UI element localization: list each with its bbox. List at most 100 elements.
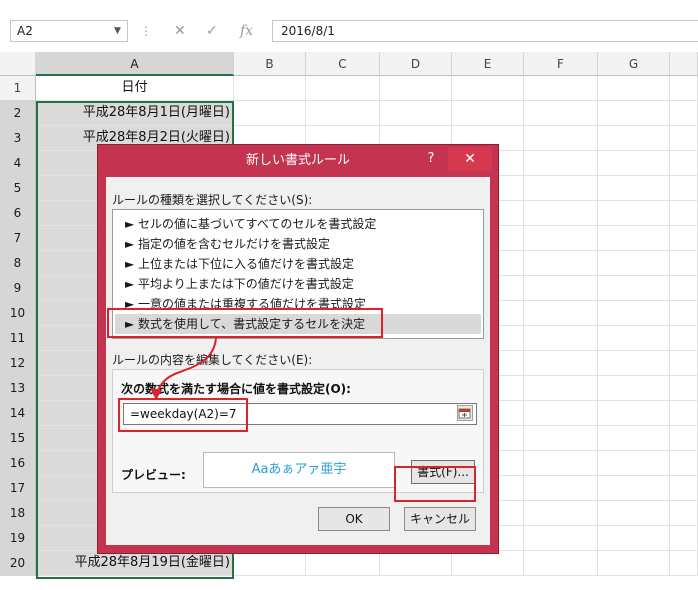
empty-cell[interactable] (524, 476, 598, 501)
empty-cell[interactable] (670, 326, 698, 351)
row-header[interactable]: 8 (0, 251, 36, 276)
empty-cell[interactable] (234, 76, 306, 101)
name-box[interactable]: A2 (10, 20, 128, 42)
empty-cell[interactable] (670, 476, 698, 501)
rule-type-item[interactable]: ► セルの値に基づいてすべてのセルを書式設定 (115, 214, 481, 234)
empty-cell[interactable] (670, 376, 698, 401)
row-header[interactable]: 14 (0, 401, 36, 426)
empty-cell[interactable] (524, 451, 598, 476)
empty-cell[interactable] (670, 526, 698, 551)
empty-cell[interactable] (306, 101, 380, 126)
row-header[interactable]: 18 (0, 501, 36, 526)
help-icon[interactable]: ? (420, 147, 442, 171)
format-button[interactable]: 書式(F)... (411, 460, 475, 484)
date-cell[interactable]: 平成28年8月1日(月曜日) (36, 101, 234, 126)
empty-cell[interactable] (524, 501, 598, 526)
rule-type-item[interactable]: ► 上位または下位に入る値だけを書式設定 (115, 254, 481, 274)
empty-cell[interactable] (452, 101, 524, 126)
empty-cell[interactable] (380, 101, 452, 126)
date-cell[interactable]: 平成28年8月19日(金曜日) (36, 551, 234, 576)
empty-cell[interactable] (524, 426, 598, 451)
date-header-cell[interactable]: 日付 (36, 76, 234, 101)
empty-cell[interactable] (670, 276, 698, 301)
rule-type-item[interactable]: ► 平均より上または下の値だけを書式設定 (115, 274, 481, 294)
empty-cell[interactable] (670, 226, 698, 251)
column-header-a[interactable]: A (36, 52, 234, 76)
row-header[interactable]: 5 (0, 176, 36, 201)
empty-cell[interactable] (306, 551, 380, 576)
formula-field[interactable]: =weekday(A2)=7 (123, 403, 477, 425)
empty-cell[interactable] (670, 151, 698, 176)
empty-cell[interactable] (598, 451, 670, 476)
empty-cell[interactable] (670, 176, 698, 201)
column-header-f[interactable]: F (524, 52, 598, 76)
empty-cell[interactable] (598, 201, 670, 226)
empty-cell[interactable] (598, 301, 670, 326)
empty-cell[interactable] (598, 151, 670, 176)
empty-cell[interactable] (524, 251, 598, 276)
empty-cell[interactable] (524, 326, 598, 351)
empty-cell[interactable] (524, 351, 598, 376)
empty-cell[interactable] (598, 76, 670, 101)
column-header-e[interactable]: E (452, 52, 524, 76)
row-header[interactable]: 1 (0, 76, 36, 101)
empty-cell[interactable] (524, 151, 598, 176)
column-header-g[interactable]: G (598, 52, 670, 76)
empty-cell[interactable] (306, 76, 380, 101)
empty-cell[interactable] (524, 101, 598, 126)
row-header[interactable]: 16 (0, 451, 36, 476)
empty-cell[interactable] (524, 526, 598, 551)
empty-cell[interactable] (598, 501, 670, 526)
empty-cell[interactable] (524, 551, 598, 576)
empty-cell[interactable] (524, 301, 598, 326)
empty-cell[interactable] (670, 426, 698, 451)
empty-cell[interactable] (524, 126, 598, 151)
empty-cell[interactable] (670, 451, 698, 476)
row-header[interactable]: 12 (0, 351, 36, 376)
empty-cell[interactable] (524, 201, 598, 226)
empty-cell[interactable] (524, 376, 598, 401)
empty-cell[interactable] (670, 126, 698, 151)
empty-cell[interactable] (670, 251, 698, 276)
column-header-d[interactable]: D (380, 52, 452, 76)
empty-cell[interactable] (234, 101, 306, 126)
check-icon[interactable]: ✓ (206, 20, 218, 42)
ok-button[interactable]: OK (318, 507, 390, 531)
empty-cell[interactable] (670, 501, 698, 526)
row-header[interactable]: 20 (0, 551, 36, 576)
select-all-corner[interactable] (0, 52, 36, 76)
empty-cell[interactable] (524, 176, 598, 201)
empty-cell[interactable] (524, 401, 598, 426)
empty-cell[interactable] (670, 351, 698, 376)
row-header[interactable]: 19 (0, 526, 36, 551)
cancel-button[interactable]: キャンセル (404, 507, 476, 531)
empty-cell[interactable] (598, 526, 670, 551)
close-button[interactable]: ✕ (448, 147, 492, 171)
empty-cell[interactable] (670, 551, 698, 576)
row-header[interactable]: 3 (0, 126, 36, 151)
row-header[interactable]: 11 (0, 326, 36, 351)
rule-type-item[interactable]: ► 数式を使用して、書式設定するセルを決定 (115, 314, 481, 334)
empty-cell[interactable] (670, 76, 698, 101)
row-header[interactable]: 13 (0, 376, 36, 401)
row-header[interactable]: 15 (0, 426, 36, 451)
empty-cell[interactable] (598, 401, 670, 426)
row-header[interactable]: 9 (0, 276, 36, 301)
row-header[interactable]: 2 (0, 101, 36, 126)
column-header-b[interactable]: B (234, 52, 306, 76)
empty-cell[interactable] (598, 276, 670, 301)
empty-cell[interactable] (380, 551, 452, 576)
empty-cell[interactable] (670, 201, 698, 226)
rule-type-item[interactable]: ► 一意の値または重複する値だけを書式設定 (115, 294, 481, 314)
range-select-icon[interactable] (457, 405, 473, 421)
empty-cell[interactable] (452, 76, 524, 101)
empty-cell[interactable] (524, 76, 598, 101)
chevron-down-icon[interactable]: ▼ (114, 20, 121, 42)
empty-cell[interactable] (598, 426, 670, 451)
row-header[interactable]: 7 (0, 226, 36, 251)
empty-cell[interactable] (524, 226, 598, 251)
empty-cell[interactable] (598, 476, 670, 501)
empty-cell[interactable] (670, 101, 698, 126)
column-header-c[interactable]: C (306, 52, 380, 76)
empty-cell[interactable] (598, 101, 670, 126)
